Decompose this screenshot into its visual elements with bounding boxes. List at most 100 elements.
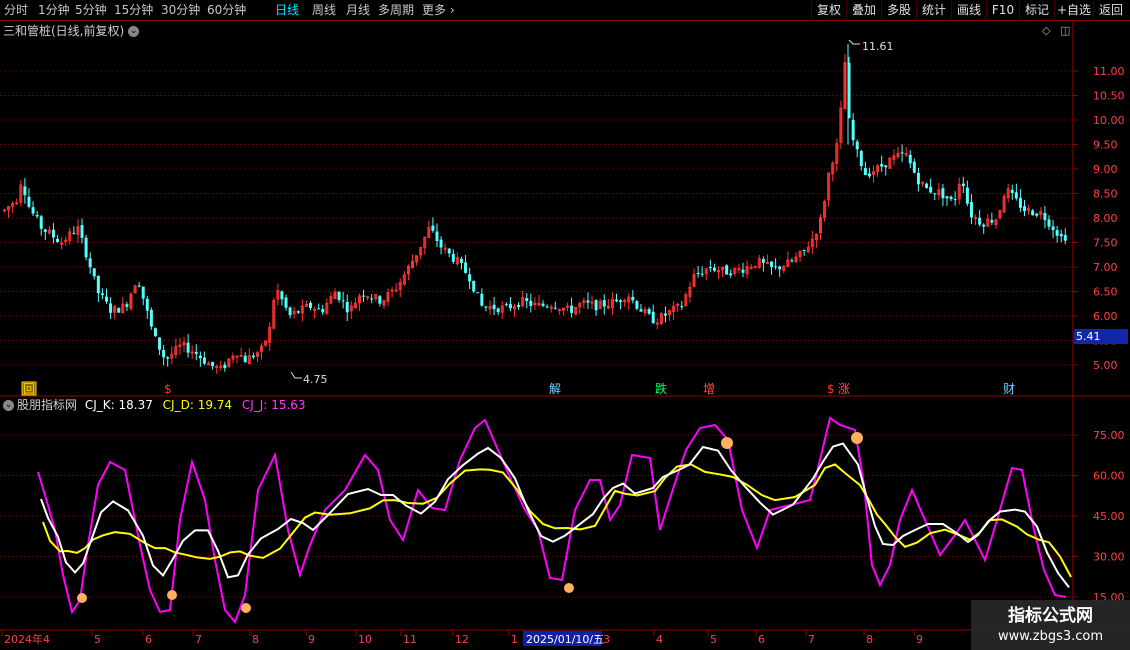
watermark-title: 指标公式网 [1008,606,1093,626]
candle-body [1031,210,1035,216]
candle-body [908,154,912,164]
candle-body [863,167,867,176]
window-toggle-icon[interactable]: ◫ [1060,24,1070,37]
time-tick-label: 9 [308,633,315,646]
candle-body [370,298,374,300]
candle-body [439,239,443,248]
candle-body [961,183,965,187]
price-tick-label: 7.00 [1093,261,1118,274]
candle-body [990,220,994,223]
candle-body [149,309,153,327]
candle-body [194,351,198,354]
candle-body [394,289,398,292]
candle-body [84,237,88,258]
candle-body [1010,189,1014,194]
candle-body [284,297,288,308]
candle-body [317,308,321,310]
indicator-header: ⌄ 股朋指标网 CJ_K: 18.37 CJ_D: 19.74 CJ_J: 15.… [0,397,306,413]
candle-body [700,273,704,275]
j-value: CJ_J: 15.63 [241,398,306,412]
candle-body [953,199,957,201]
candle-body [663,313,667,316]
candle-body [749,266,753,269]
candle-body [251,355,255,358]
candle-body [484,306,488,308]
candle-body [468,274,472,282]
candle-body [153,328,157,337]
hand-icon [721,437,733,449]
price-tick-label: 11.00 [1093,65,1125,78]
price-tick-label: 8.50 [1093,188,1118,201]
d-line [42,463,1072,578]
candle-body [945,196,949,199]
candle-body [1047,219,1051,227]
time-tick-label: 8 [866,633,873,646]
candle-body [525,297,529,302]
candle-body [431,225,435,231]
candle-body [366,296,370,299]
candle-body [109,303,113,313]
time-tick-label: 7 [808,633,815,646]
candle-body [900,152,904,154]
candle-body [23,186,27,196]
candle-body [982,224,986,227]
candle-body [851,119,855,141]
candle-body [215,366,219,369]
candle-body [211,362,215,367]
time-tick-label: 6 [145,633,152,646]
candle-body [1055,230,1059,236]
candle-body [570,305,574,313]
candle-body [867,173,871,177]
diamond-icon[interactable]: ◇ [1042,24,1051,37]
candle-body [472,280,476,292]
candle-body [362,295,366,297]
candle-body [476,292,480,294]
candle-body [464,262,468,273]
candle-body [313,309,317,312]
candle-body [635,301,639,309]
time-axis: 2024年4 5 6 7 8 9 10 11 12 1 2025/01/10/五3 4 5 6 7 8 9 [1,630,923,646]
candle-body [696,272,700,274]
candle-body [15,202,19,205]
candle-body [553,307,557,309]
candle-body [166,357,170,359]
candle-body [235,355,239,358]
candle-body [125,304,129,307]
time-tick-label: 8 [252,633,259,646]
candle-body [60,242,64,245]
candle-body [725,265,729,275]
candle-body [117,308,121,313]
high-low-annotations: 11.61 4.75 [290,39,894,386]
candle-body [480,293,484,306]
candle-body [1018,197,1022,208]
candle-body [141,286,145,299]
time-tick-label: 2024年4 [4,632,50,646]
candle-body [459,258,463,263]
chevron-down-icon[interactable]: ⌄ [3,400,14,411]
candle-body [1023,206,1026,212]
candle-body [765,261,769,264]
candle-body [39,216,43,229]
kline-chart[interactable]: 11.00 10.50 10.00 9.50 9.00 8.50 8.00 7.50 7.00 6… [0,0,1130,650]
j-line [37,416,1067,624]
candle-body [639,309,643,312]
candle-body [80,225,84,238]
price-axis: 11.00 10.50 10.00 9.50 9.00 8.50 8.00 7.50 7.00 6… [1073,65,1125,372]
hand-icon [77,593,87,603]
candle-body [435,231,439,242]
candle-body [941,188,945,199]
candle-body [594,300,598,311]
candle-body [72,232,76,234]
candle-body [288,307,292,316]
chart-corner-icons: ◇ ◫ [1042,24,1070,37]
candle-body [761,258,765,263]
candle-body [753,265,757,268]
price-tick-label: 5.00 [1093,359,1118,372]
candle-body [1043,212,1047,221]
indicator-name[interactable]: 股朋指标网 [17,398,77,412]
candle-body [631,296,635,301]
candle-body [492,304,496,310]
time-tick-label: 5 [710,633,717,646]
candle-body [443,247,447,250]
candle-body [737,268,741,271]
